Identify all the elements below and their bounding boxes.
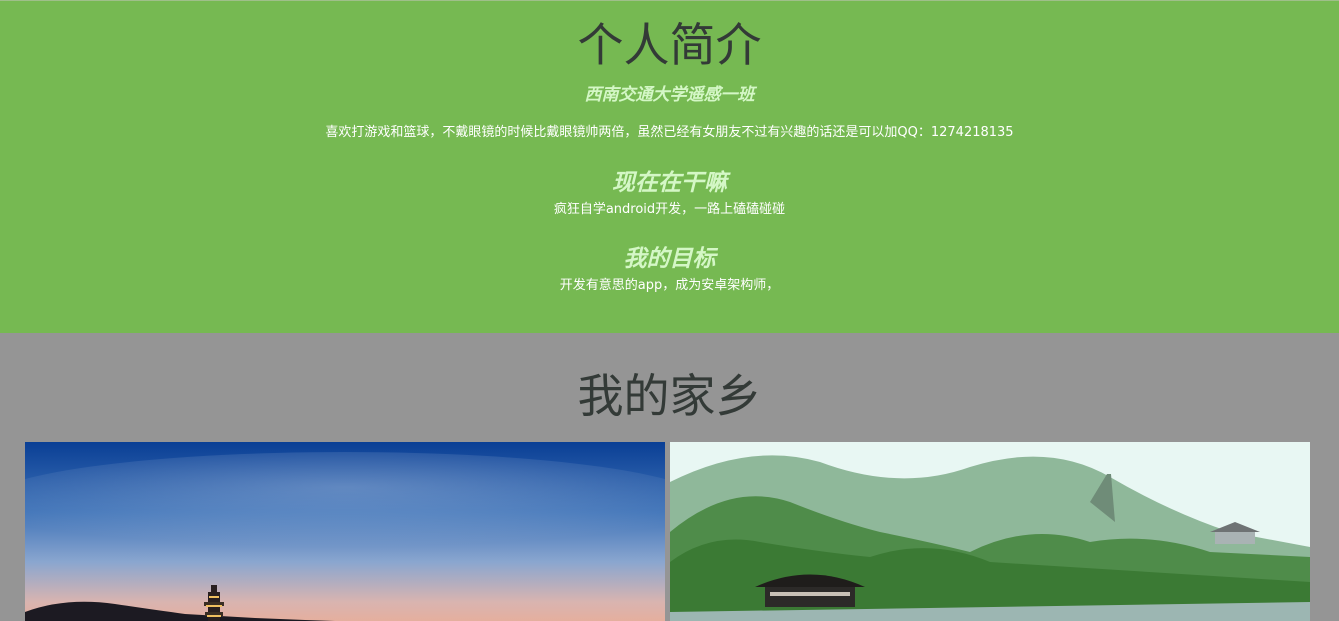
hometown-title: 我的家乡 bbox=[577, 369, 762, 423]
goal-text: 开发有意思的app，成为安卓架构师， bbox=[559, 278, 780, 293]
goal-heading: 我的目标 bbox=[623, 246, 716, 272]
now-heading: 现在在干嘛 bbox=[612, 170, 727, 196]
profile-title: 个人简介 bbox=[577, 18, 762, 72]
now-text: 疯狂自学android开发，一路上磕磕碰碰 bbox=[553, 202, 786, 217]
pagoda-dusk-photo bbox=[25, 442, 665, 621]
profile-subtitle: 西南交通大学遥感一班 bbox=[584, 85, 755, 105]
lake-pavilion-photo bbox=[670, 442, 1310, 621]
profile-bio: 喜欢打游戏和篮球，不戴眼镜的时候比戴眼镜帅两倍，虽然已经有女朋友不过有兴趣的话还… bbox=[325, 125, 1014, 140]
hometown-section: 我的家乡 bbox=[0, 333, 1339, 621]
profile-section: 个人简介 西南交通大学遥感一班 喜欢打游戏和篮球，不戴眼镜的时候比戴眼镜帅两倍，… bbox=[0, 0, 1339, 333]
